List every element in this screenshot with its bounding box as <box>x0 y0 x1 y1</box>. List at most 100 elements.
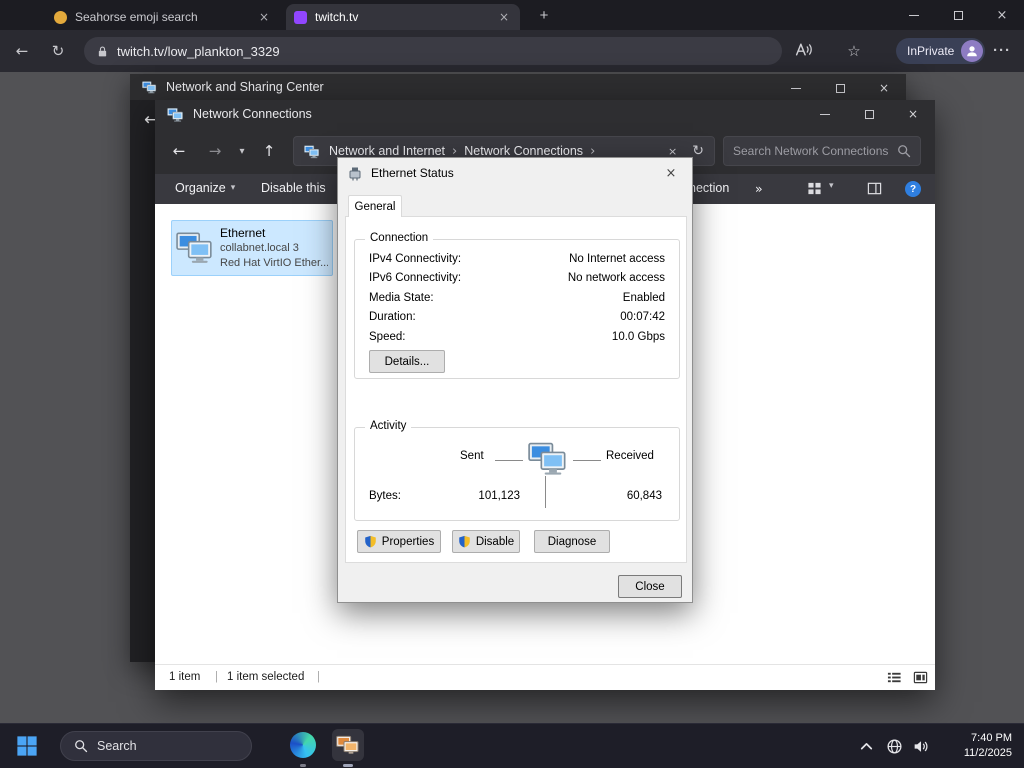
item-count: 1 item <box>169 671 201 683</box>
received-label: Received <box>606 450 654 462</box>
edge-running-indicator <box>300 764 306 767</box>
taskbar-search-label: Search <box>97 739 137 753</box>
clock-date: 11/2/2025 <box>963 747 1012 759</box>
close-button[interactable]: Close <box>618 575 682 598</box>
preview-pane-icon[interactable] <box>867 181 882 196</box>
taskbar-search[interactable]: Search <box>60 731 252 761</box>
breadcrumb-network-connections[interactable]: Network Connections <box>464 144 583 158</box>
nc-minimize-button[interactable] <box>803 100 847 128</box>
new-tab-button[interactable]: + <box>534 6 554 26</box>
properties-button[interactable]: Properties <box>357 530 441 553</box>
ipv6-row: IPv6 Connectivity: No network access <box>369 272 665 284</box>
status-divider: | <box>317 671 320 683</box>
tray-overflow-chevron-icon[interactable] <box>858 738 875 755</box>
breadcrumb-network-and-internet[interactable]: Network and Internet <box>329 144 445 158</box>
duration-value: 00:07:42 <box>620 311 665 323</box>
uac-shield-icon <box>458 535 471 548</box>
active-app-indicator <box>343 764 353 767</box>
nsc-close-button[interactable]: × <box>862 74 906 102</box>
dialog-title-bar[interactable]: Ethernet Status × <box>338 158 692 188</box>
ipv4-value: No Internet access <box>569 253 665 265</box>
nsc-minimize-button[interactable] <box>774 74 818 102</box>
help-icon[interactable]: ? <box>905 181 921 197</box>
address-bar[interactable]: twitch.tv/low_plankton_3329 <box>84 37 782 65</box>
nsc-title-bar[interactable]: Network and Sharing Center × <box>130 74 906 100</box>
views-chevron-icon[interactable]: ▾ <box>829 181 834 191</box>
sent-label: Sent <box>460 450 484 462</box>
tab-close-icon[interactable]: × <box>496 10 512 24</box>
disable-button[interactable]: Disable <box>452 530 520 553</box>
disable-connection-command[interactable]: Disable this <box>261 181 326 195</box>
details-view-toggle-icon[interactable] <box>887 670 902 685</box>
bytes-received-value: 60,843 <box>626 490 662 502</box>
refresh-icon[interactable]: ↻ <box>46 41 70 61</box>
view-tiles-icon[interactable] <box>807 181 822 196</box>
recent-locations-icon[interactable]: ▾ <box>235 142 249 162</box>
lock-icon <box>96 45 109 58</box>
inprivate-label: InPrivate <box>907 44 955 58</box>
volume-tray-icon[interactable] <box>912 738 929 755</box>
taskbar-clock[interactable]: 7:40 PM 11/2/2025 <box>964 731 1012 761</box>
tab-seahorse-emoji-search[interactable]: Seahorse emoji search × <box>46 4 280 30</box>
edge-taskbar-icon[interactable] <box>290 732 316 758</box>
favorites-icon[interactable]: ☆ <box>842 41 866 61</box>
maximize-icon <box>953 10 963 20</box>
tab-strip: Seahorse emoji search × twitch.tv × + × <box>0 0 1024 30</box>
nc-maximize-button[interactable] <box>847 100 891 128</box>
profile-avatar[interactable] <box>961 40 984 62</box>
search-icon <box>74 739 88 753</box>
nc-close-button[interactable]: × <box>891 100 935 128</box>
ethernet-adapter-icon <box>176 230 214 264</box>
organize-menu[interactable]: Organize ▾ <box>175 181 235 195</box>
speed-row: Speed: 10.0 Gbps <box>369 331 665 343</box>
taskbar: Search 7:40 PM 11/2/2025 <box>0 723 1024 768</box>
more-commands-chevron[interactable]: » <box>755 181 763 196</box>
start-button[interactable] <box>16 735 38 757</box>
nc-search-box[interactable] <box>723 136 921 166</box>
network-icon <box>304 144 320 159</box>
read-aloud-icon[interactable] <box>794 41 813 58</box>
stop-icon[interactable]: × <box>668 145 677 158</box>
browser-menu-icon[interactable]: ··· <box>990 41 1014 61</box>
browser-viewport: Network and Sharing Center × ← Network C… <box>0 72 1024 723</box>
thumbnail-view-toggle-icon[interactable] <box>913 670 928 685</box>
dialog-close-button[interactable]: × <box>656 162 686 184</box>
inprivate-badge[interactable]: InPrivate <box>896 38 986 64</box>
ethernet-connection-item[interactable]: Ethernet collabnet.local 3 Red Hat VirtI… <box>171 220 333 276</box>
network-icon <box>142 80 157 94</box>
ethernet-status-dialog: Ethernet Status × General Connection IPv… <box>337 157 693 603</box>
dialog-title: Ethernet Status <box>371 166 454 180</box>
uac-shield-icon <box>364 535 377 548</box>
tab-title: Seahorse emoji search <box>75 10 198 24</box>
received-connector-line <box>573 460 601 461</box>
duration-row: Duration: 00:07:42 <box>369 311 665 323</box>
tab-close-icon[interactable]: × <box>256 10 272 24</box>
nc-back-icon[interactable]: ← <box>167 141 191 161</box>
ethernet-plug-icon <box>347 165 363 181</box>
search-icon <box>897 144 911 158</box>
back-icon[interactable]: ← <box>10 41 34 61</box>
tab-twitch[interactable]: twitch.tv × <box>286 4 520 30</box>
tab-favicon <box>294 10 307 24</box>
browser-minimize-button[interactable] <box>892 0 936 30</box>
browser-maximize-button[interactable] <box>936 0 980 30</box>
connection-group-label: Connection <box>365 232 434 244</box>
url-text: twitch.tv/low_plankton_3329 <box>117 43 280 59</box>
nc-forward-icon[interactable]: → <box>203 141 227 161</box>
browser-close-button[interactable]: × <box>980 0 1024 30</box>
diagnose-button[interactable]: Diagnose <box>534 530 610 553</box>
person-icon <box>965 44 979 58</box>
network-tray-icon[interactable] <box>886 738 903 755</box>
rename-connection-command[interactable]: nection <box>689 181 729 195</box>
nc-title-bar[interactable]: Network Connections × <box>155 100 935 128</box>
network-icon <box>167 107 184 122</box>
nc-refresh-icon[interactable]: ↻ <box>692 143 704 159</box>
nc-search-input[interactable] <box>733 144 897 158</box>
details-button[interactable]: Details... <box>369 350 445 373</box>
network-connections-taskbar-icon[interactable] <box>332 729 364 761</box>
nc-up-icon[interactable]: ↑ <box>257 141 281 161</box>
tab-general[interactable]: General <box>348 195 402 217</box>
nc-status-bar: 1 item | 1 item selected | <box>155 664 935 690</box>
general-tab-page: Connection IPv4 Connectivity: No Interne… <box>345 216 687 563</box>
nsc-maximize-button[interactable] <box>818 74 862 102</box>
